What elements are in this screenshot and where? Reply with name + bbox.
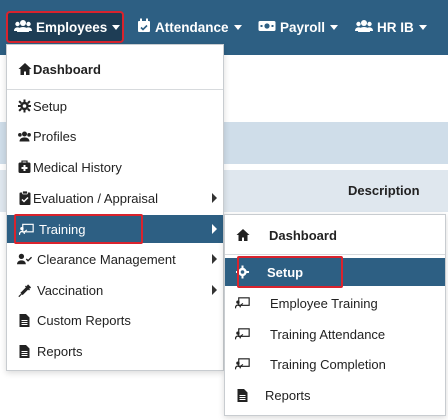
file-icon	[17, 313, 32, 328]
menu-item-label: Custom Reports	[37, 312, 131, 328]
menu-item-dashboard[interactable]: Dashboard	[7, 56, 223, 82]
users-icon	[355, 19, 377, 36]
menu-item-label: Setup	[33, 98, 67, 114]
file-icon	[17, 344, 32, 359]
users-icon	[17, 129, 32, 144]
home-icon	[17, 62, 32, 77]
medical-kit-icon	[17, 160, 32, 175]
file-icon	[235, 388, 250, 403]
gear-icon	[235, 265, 250, 280]
submenu-item-setup[interactable]: Setup	[225, 258, 445, 286]
money-bill-icon	[258, 20, 280, 35]
submenu-item-employee-training[interactable]: Employee Training	[225, 290, 445, 316]
gear-icon	[17, 99, 32, 114]
nav-hr-ib-label: HR IB	[377, 19, 414, 35]
menu-divider	[225, 254, 445, 255]
menu-item-reports[interactable]: Reports	[7, 338, 223, 364]
menu-item-vaccination[interactable]: Vaccination	[7, 277, 223, 303]
menu-item-label: Medical History	[33, 159, 122, 175]
submenu-item-label: Dashboard	[269, 227, 337, 243]
menu-item-setup[interactable]: Setup	[7, 93, 223, 119]
menu-item-label: Evaluation / Appraisal	[33, 190, 159, 206]
nav-attendance-label: Attendance	[155, 19, 229, 35]
menu-item-label: Profiles	[33, 128, 77, 144]
menu-item-label: Clearance Management	[37, 251, 176, 267]
menu-item-training[interactable]: Training	[7, 215, 223, 243]
caret-down-icon	[233, 24, 242, 30]
caret-right-icon	[212, 224, 217, 234]
caret-down-icon	[418, 24, 427, 30]
submenu-item-label: Training Attendance	[270, 326, 386, 342]
nav-attendance[interactable]: Attendance	[137, 11, 242, 43]
caret-right-icon	[212, 193, 217, 203]
chalkboard-teacher-icon	[235, 357, 250, 372]
caret-right-icon	[212, 254, 217, 264]
menu-item-evaluation-appraisal[interactable]: Evaluation / Appraisal	[7, 185, 223, 211]
menu-item-label: Dashboard	[33, 61, 101, 77]
nav-hr-ib[interactable]: HR IB	[355, 11, 427, 43]
chalkboard-teacher-icon	[235, 327, 250, 342]
caret-right-icon	[212, 285, 217, 295]
menu-divider	[7, 89, 223, 90]
home-icon	[235, 228, 250, 243]
user-check-icon	[17, 252, 32, 267]
submenu-item-reports[interactable]: Reports	[225, 382, 445, 408]
nav-payroll-label: Payroll	[280, 19, 326, 35]
calendar-check-icon	[137, 18, 155, 36]
submenu-item-label: Reports	[265, 387, 311, 403]
description-column-header: Description	[348, 183, 420, 198]
nav-payroll[interactable]: Payroll	[258, 11, 339, 43]
caret-down-icon	[330, 24, 339, 30]
submenu-item-label: Setup	[267, 264, 304, 280]
clipboard-check-icon	[17, 190, 32, 206]
menu-item-label: Training	[39, 221, 86, 237]
menu-item-profiles[interactable]: Profiles	[7, 123, 223, 149]
menu-item-medical-history[interactable]: Medical History	[7, 154, 223, 180]
menu-item-label: Vaccination	[37, 282, 104, 298]
menu-item-clearance-management[interactable]: Clearance Management	[7, 246, 223, 272]
submenu-item-label: Training Completion	[270, 356, 386, 372]
nav-employees[interactable]: Employees	[6, 11, 124, 43]
employees-dropdown-menu: Dashboard Setup Profiles Medical History…	[6, 44, 224, 371]
syringe-icon	[17, 283, 32, 298]
training-submenu: Dashboard Setup Employee Training Traini…	[224, 214, 446, 416]
caret-down-icon	[112, 24, 121, 30]
menu-item-custom-reports[interactable]: Custom Reports	[7, 307, 223, 333]
submenu-item-training-attendance[interactable]: Training Attendance	[225, 321, 445, 347]
chalkboard-teacher-icon	[235, 296, 250, 311]
submenu-item-training-completion[interactable]: Training Completion	[225, 351, 445, 377]
submenu-item-label: Employee Training	[270, 295, 378, 311]
users-icon	[14, 19, 36, 36]
menu-item-label: Reports	[37, 343, 83, 359]
chalkboard-teacher-icon	[19, 222, 34, 237]
submenu-item-dashboard[interactable]: Dashboard	[225, 222, 445, 248]
nav-employees-label: Employees	[36, 19, 108, 35]
